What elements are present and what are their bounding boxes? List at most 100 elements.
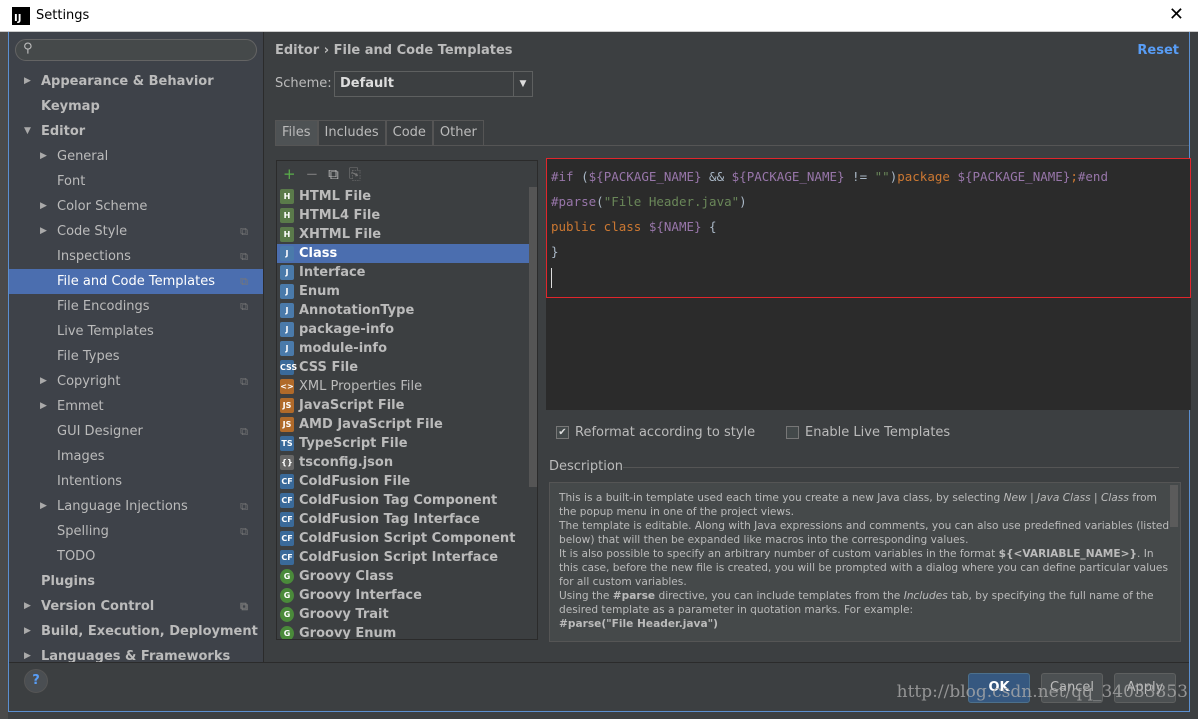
list-item[interactable]: J Class: [277, 244, 537, 263]
list-item[interactable]: JS AMD JavaScript File: [277, 415, 537, 434]
list-toolbar: + − ⧉ ⎘: [277, 161, 537, 187]
sidebar-item[interactable]: Spelling ⧉: [9, 519, 263, 544]
list-item[interactable]: CSS CSS File: [277, 358, 537, 377]
live-templates-label: Enable Live Templates: [805, 425, 951, 440]
reformat-checkbox[interactable]: ✔ Reformat according to style: [556, 425, 755, 440]
list-item[interactable]: H XHTML File: [277, 225, 537, 244]
tab-includes[interactable]: Includes: [317, 120, 386, 145]
sidebar-item[interactable]: ▶ Version Control ⧉: [9, 594, 263, 619]
add-icon[interactable]: +: [283, 165, 296, 183]
reformat-label: Reformat according to style: [575, 425, 756, 440]
sidebar-item[interactable]: ▶ Emmet: [9, 394, 263, 419]
sidebar-item[interactable]: ▶ General: [9, 144, 263, 169]
list-item[interactable]: CF ColdFusion Script Interface: [277, 548, 537, 567]
file-type-icon: CF: [280, 512, 294, 527]
intellij-logo-icon: IJ: [12, 6, 30, 25]
tab-files[interactable]: Files: [275, 120, 318, 145]
help-button[interactable]: ?: [24, 669, 48, 693]
sidebar-item[interactable]: File and Code Templates ⧉: [9, 269, 263, 294]
sidebar-item[interactable]: File Encodings ⧉: [9, 294, 263, 319]
sidebar-item[interactable]: TODO: [9, 544, 263, 569]
file-type-icon: G: [280, 607, 294, 622]
sidebar-item-label: General: [57, 149, 109, 164]
checkbox-checked-icon: ✔: [556, 426, 569, 439]
sidebar-item-label: Appearance & Behavior: [41, 74, 214, 89]
sidebar-item[interactable]: Inspections ⧉: [9, 244, 263, 269]
sidebar-item[interactable]: GUI Designer ⧉: [9, 419, 263, 444]
list-item[interactable]: G Groovy Interface: [277, 586, 537, 605]
sidebar-item-label: File and Code Templates: [57, 274, 215, 289]
list-item[interactable]: CF ColdFusion Script Component: [277, 529, 537, 548]
list-item[interactable]: G Groovy Class: [277, 567, 537, 586]
list-item[interactable]: Jmodule-info: [277, 339, 537, 358]
sidebar-item[interactable]: ▶ Build, Execution, Deployment: [9, 619, 263, 644]
sidebar-item[interactable]: File Types: [9, 344, 263, 369]
sidebar-item[interactable]: ▶ Color Scheme: [9, 194, 263, 219]
sidebar-item[interactable]: ▶ Appearance & Behavior: [9, 69, 263, 94]
list-item[interactable]: CF ColdFusion Tag Interface: [277, 510, 537, 529]
file-type-icon: G: [280, 569, 294, 584]
list-item[interactable]: TS TypeScript File: [277, 434, 537, 453]
sidebar-item[interactable]: Keymap: [9, 94, 263, 119]
code-token: !=: [844, 169, 875, 184]
tab-code[interactable]: Code: [385, 120, 433, 145]
file-label: package-info: [299, 322, 395, 337]
file-type-icon: CF: [280, 474, 294, 489]
chevron-right-icon: ▶: [40, 501, 47, 511]
sidebar-item-label: Editor: [41, 124, 86, 139]
sidebar-item-label: Emmet: [57, 399, 104, 414]
list-item[interactable]: CF ColdFusion Tag Component: [277, 491, 537, 510]
live-templates-checkbox[interactable]: Enable Live Templates: [786, 425, 950, 440]
sidebar-item-label: Spelling: [57, 524, 109, 539]
code-token: "": [874, 169, 890, 184]
scheme-dropdown[interactable]: Default ▼: [334, 71, 533, 97]
tab-other[interactable]: Other: [432, 120, 484, 145]
list-item[interactable]: Jpackage-info: [277, 320, 537, 339]
code-token: ${PACKAGE_NAME}: [588, 169, 702, 184]
copy-icon[interactable]: ⧉: [328, 165, 339, 183]
list-item[interactable]: G Groovy Enum: [277, 624, 537, 639]
sidebar-item[interactable]: ▶ Language Injections ⧉: [9, 494, 263, 519]
reset-link[interactable]: Reset: [1137, 43, 1179, 58]
tab-divider: [275, 145, 1189, 146]
search-input[interactable]: ⚲: [15, 39, 257, 61]
list-item[interactable]: J Interface: [277, 263, 537, 282]
sidebar-item[interactable]: Images: [9, 444, 263, 469]
sidebar-item[interactable]: Font: [9, 169, 263, 194]
sidebar-item-label: Build, Execution, Deployment: [41, 624, 258, 639]
list-item[interactable]: {} tsconfig.json: [277, 453, 537, 472]
code-token: ;: [1070, 169, 1078, 184]
sidebar-item[interactable]: Intentions: [9, 469, 263, 494]
file-type-icon: JS: [280, 417, 294, 432]
list-item[interactable]: H HTML File: [277, 187, 537, 206]
sidebar-item[interactable]: ▶ Languages & Frameworks: [9, 644, 263, 662]
remove-icon[interactable]: −: [306, 165, 319, 183]
sidebar-item-label: Color Scheme: [57, 199, 148, 214]
sidebar-item[interactable]: ▼ Editor: [9, 119, 263, 144]
file-label: ColdFusion Script Component: [299, 531, 516, 546]
chevron-right-icon: ▶: [24, 626, 31, 636]
close-icon[interactable]: ✕: [1169, 4, 1184, 25]
project-copy-icon: ⧉: [240, 275, 248, 288]
description-scrollbar[interactable]: [1170, 485, 1178, 527]
code-line: [551, 264, 1186, 289]
code-token: {: [701, 219, 717, 234]
list-item[interactable]: JS JavaScript File: [277, 396, 537, 415]
list-item[interactable]: J AnnotationType: [277, 301, 537, 320]
list-scrollbar[interactable]: [529, 187, 537, 487]
file-type-icon: J: [280, 322, 294, 337]
chevron-right-icon: ▶: [40, 151, 47, 161]
sidebar-item[interactable]: Plugins: [9, 569, 263, 594]
code-editor[interactable]: #if (${PACKAGE_NAME} && ${PACKAGE_NAME} …: [546, 158, 1191, 410]
sidebar-item[interactable]: Live Templates: [9, 319, 263, 344]
file-label: Interface: [299, 265, 366, 280]
chevron-right-icon: ▶: [40, 226, 47, 236]
list-item[interactable]: G Groovy Trait: [277, 605, 537, 624]
list-item[interactable]: CF ColdFusion File: [277, 472, 537, 491]
sidebar-item[interactable]: ▶ Copyright ⧉: [9, 369, 263, 394]
sidebar-item[interactable]: ▶ Code Style ⧉: [9, 219, 263, 244]
list-item[interactable]: H HTML4 File: [277, 206, 537, 225]
list-item[interactable]: <> XML Properties File: [277, 377, 537, 396]
list-item[interactable]: J Enum: [277, 282, 537, 301]
reset-icon[interactable]: ⎘: [349, 165, 361, 183]
